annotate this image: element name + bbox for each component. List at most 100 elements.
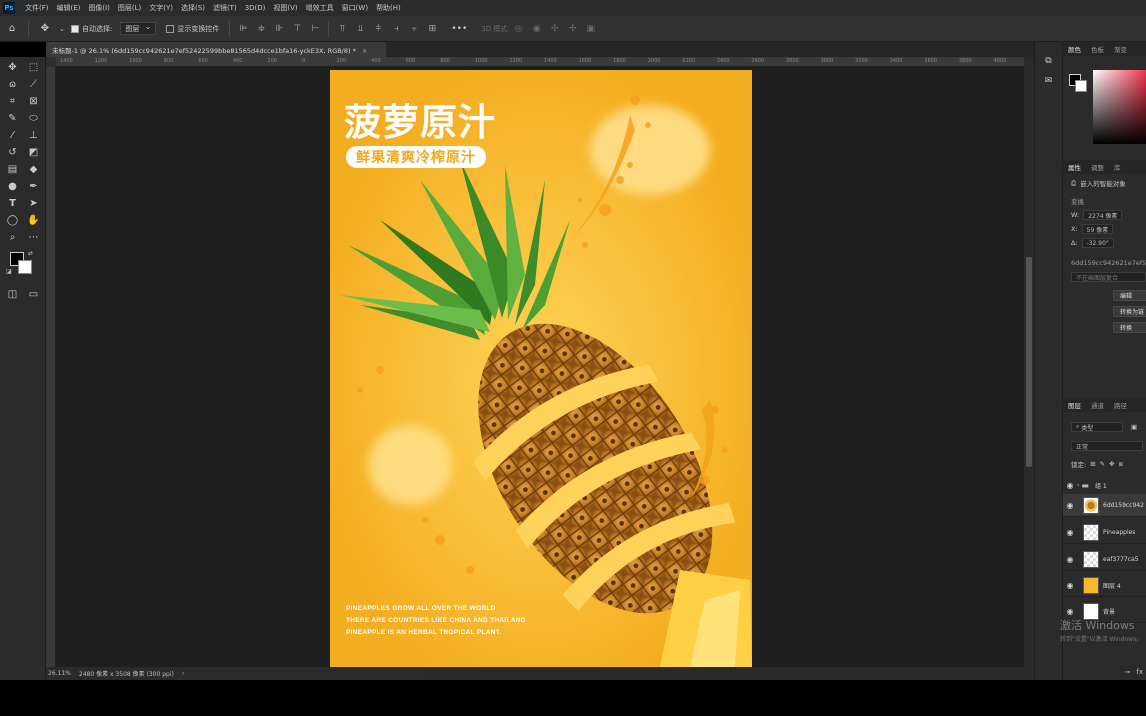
- tab-adjustments[interactable]: 调整: [1086, 162, 1109, 172]
- menu-edit[interactable]: 编辑(E): [53, 3, 85, 13]
- screen-mode-icon[interactable]: ▭: [23, 286, 44, 303]
- tab-layers[interactable]: 图层: [1063, 400, 1086, 410]
- blur-tool-icon[interactable]: ◆: [23, 161, 44, 178]
- menu-help[interactable]: 帮助(H): [372, 3, 405, 13]
- pen-tool-icon[interactable]: ✒: [23, 178, 44, 195]
- lock-position-icon[interactable]: ✥: [1109, 460, 1114, 468]
- more-tools-icon[interactable]: ⋯: [23, 229, 44, 246]
- layer-filter-image-icon[interactable]: ▣: [1131, 423, 1137, 431]
- align-top-icon[interactable]: ⊤: [291, 23, 303, 35]
- align-middle-v-icon[interactable]: ⊢: [309, 23, 321, 35]
- vertical-scrollbar-thumb[interactable]: [1026, 257, 1032, 467]
- swap-colors-icon[interactable]: ⇄: [28, 250, 33, 257]
- home-icon[interactable]: ⌂: [5, 22, 19, 36]
- menu-window[interactable]: 窗口(W): [338, 3, 372, 13]
- document-tab[interactable]: 未标题-1 @ 26.1% (6dd159cc942621e7ef5242259…: [46, 42, 386, 57]
- frame-tool-icon[interactable]: ⊠: [23, 93, 44, 110]
- layer-comp-dropdown[interactable]: 不在画图层复合: [1071, 272, 1146, 282]
- ruler-origin[interactable]: [46, 57, 56, 67]
- distribute-top-icon[interactable]: ⫪: [336, 23, 348, 35]
- expand-group-chevron-icon[interactable]: ›: [1077, 482, 1079, 489]
- visibility-eye-icon[interactable]: ◉: [1063, 501, 1077, 510]
- menu-type[interactable]: 文字(Y): [145, 3, 177, 13]
- x-input[interactable]: 59 像素: [1081, 224, 1114, 234]
- vertical-scrollbar[interactable]: [1024, 57, 1034, 667]
- tab-gradients[interactable]: 渐变: [1109, 44, 1132, 54]
- align-right-icon[interactable]: ⊪: [273, 23, 285, 35]
- visibility-eye-icon[interactable]: ◉: [1063, 528, 1077, 537]
- crop-tool-icon[interactable]: ⌗: [2, 93, 23, 110]
- hand-tool-icon[interactable]: ✋: [23, 212, 44, 229]
- dodge-tool-icon[interactable]: ●: [2, 178, 23, 195]
- background-color-swatch[interactable]: [18, 260, 32, 274]
- vertical-ruler[interactable]: [46, 67, 56, 667]
- distribute-right-icon[interactable]: ⫟: [408, 23, 420, 35]
- layer-row-eaf3777[interactable]: ◉ eaf3777ca5: [1063, 548, 1146, 571]
- tab-properties[interactable]: 属性: [1063, 162, 1086, 172]
- layer-row-layer4[interactable]: ◉ 图层 4: [1063, 574, 1146, 597]
- poster-artboard[interactable]: 菠萝原汁 鲜果清爽冷榨原汁 PINEAPPLES GROW ALL OVER T…: [330, 70, 752, 667]
- edit-contents-button[interactable]: 编辑: [1113, 290, 1146, 301]
- menu-view[interactable]: 视图(V): [269, 3, 301, 13]
- move-tool-icon[interactable]: ✥: [2, 59, 23, 76]
- 3d-slide-icon[interactable]: ✢: [567, 23, 579, 35]
- visibility-eye-icon[interactable]: ◉: [1063, 481, 1077, 490]
- brush-tool-icon[interactable]: ⁄: [2, 127, 23, 144]
- shape-tool-icon[interactable]: ◯: [2, 212, 23, 229]
- layer-effects-icon[interactable]: fx: [1136, 668, 1143, 676]
- move-tool-icon[interactable]: ✥: [38, 22, 52, 36]
- canvas-area[interactable]: 菠萝原汁 鲜果清爽冷榨原汁 PINEAPPLES GROW ALL OVER T…: [56, 67, 1024, 667]
- eraser-tool-icon[interactable]: ◩: [23, 144, 44, 161]
- path-select-tool-icon[interactable]: ➤: [23, 195, 44, 212]
- align-left-icon[interactable]: ⊫: [237, 23, 249, 35]
- visibility-eye-icon[interactable]: ◉: [1063, 555, 1077, 564]
- distribute-spacing-icon[interactable]: ⊞: [426, 23, 438, 35]
- menu-select[interactable]: 选择(S): [177, 3, 209, 13]
- distribute-left-icon[interactable]: ⫞: [390, 23, 402, 35]
- quick-select-tool-icon[interactable]: ⟋: [23, 76, 44, 93]
- menu-image[interactable]: 图像(I): [84, 3, 114, 13]
- blend-mode-dropdown[interactable]: 正常: [1071, 441, 1143, 451]
- more-options-button[interactable]: •••: [451, 24, 467, 34]
- convert-to-linked-button[interactable]: 转换为链: [1113, 306, 1146, 317]
- status-menu-arrow[interactable]: ›: [182, 670, 184, 677]
- default-colors-icon[interactable]: ◪: [6, 268, 12, 275]
- tab-color[interactable]: 颜色: [1063, 44, 1086, 54]
- layer-row-pineapples[interactable]: ◉ Pineapples: [1063, 521, 1146, 544]
- lock-artboard-icon[interactable]: ⧈: [1119, 460, 1123, 469]
- tab-channels[interactable]: 通道: [1086, 400, 1109, 410]
- 3d-scale-icon[interactable]: ▣: [585, 23, 597, 35]
- auto-select-checkbox[interactable]: [71, 24, 79, 33]
- menu-3d[interactable]: 3D(D): [241, 4, 270, 12]
- tab-libraries[interactable]: 库: [1109, 162, 1126, 172]
- type-tool-icon[interactable]: T: [2, 195, 23, 212]
- quick-mask-icon[interactable]: ◫: [2, 286, 23, 303]
- close-tab-icon[interactable]: ×: [362, 47, 367, 55]
- 3d-rotate-icon[interactable]: ◎: [513, 23, 525, 35]
- distribute-bottom-icon[interactable]: ⫩: [372, 23, 384, 35]
- visibility-eye-icon[interactable]: ◉: [1063, 607, 1077, 616]
- zoom-level[interactable]: 26.11%: [48, 670, 71, 677]
- panel-background-swatch[interactable]: [1075, 80, 1087, 92]
- visibility-eye-icon[interactable]: ◉: [1063, 581, 1077, 590]
- angle-input[interactable]: -32.90°: [1081, 238, 1114, 248]
- eyedropper-tool-icon[interactable]: ✎: [2, 110, 23, 127]
- tab-paths[interactable]: 路径: [1109, 400, 1132, 410]
- show-transform-checkbox[interactable]: [166, 24, 175, 33]
- lasso-tool-icon[interactable]: ɷ: [2, 76, 23, 93]
- clone-stamp-tool-icon[interactable]: ⊥: [23, 127, 44, 144]
- spot-healing-tool-icon[interactable]: ⬭: [23, 110, 44, 127]
- link-layers-icon[interactable]: ⊸: [1125, 668, 1131, 676]
- menu-filter[interactable]: 滤镜(T): [209, 3, 241, 13]
- comments-panel-icon[interactable]: ✉: [1042, 74, 1056, 88]
- horizontal-ruler[interactable]: 1400 1200 1000 800 600 400 200 0 200 400 600 800 100…: [56, 57, 1024, 67]
- menu-plugins[interactable]: 增效工具: [302, 3, 338, 13]
- tool-preset-chevron-icon[interactable]: ⌄: [59, 22, 65, 36]
- history-panel-icon[interactable]: ⧉: [1042, 54, 1056, 68]
- align-center-h-icon[interactable]: ≑: [255, 23, 267, 35]
- menu-layer[interactable]: 图层(L): [114, 3, 145, 13]
- lock-transparency-icon[interactable]: ⊞: [1090, 460, 1095, 468]
- layer-filter-dropdown[interactable]: ⌕ 类型: [1071, 422, 1123, 432]
- color-field[interactable]: [1093, 70, 1146, 144]
- menu-file[interactable]: 文件(F): [21, 3, 53, 13]
